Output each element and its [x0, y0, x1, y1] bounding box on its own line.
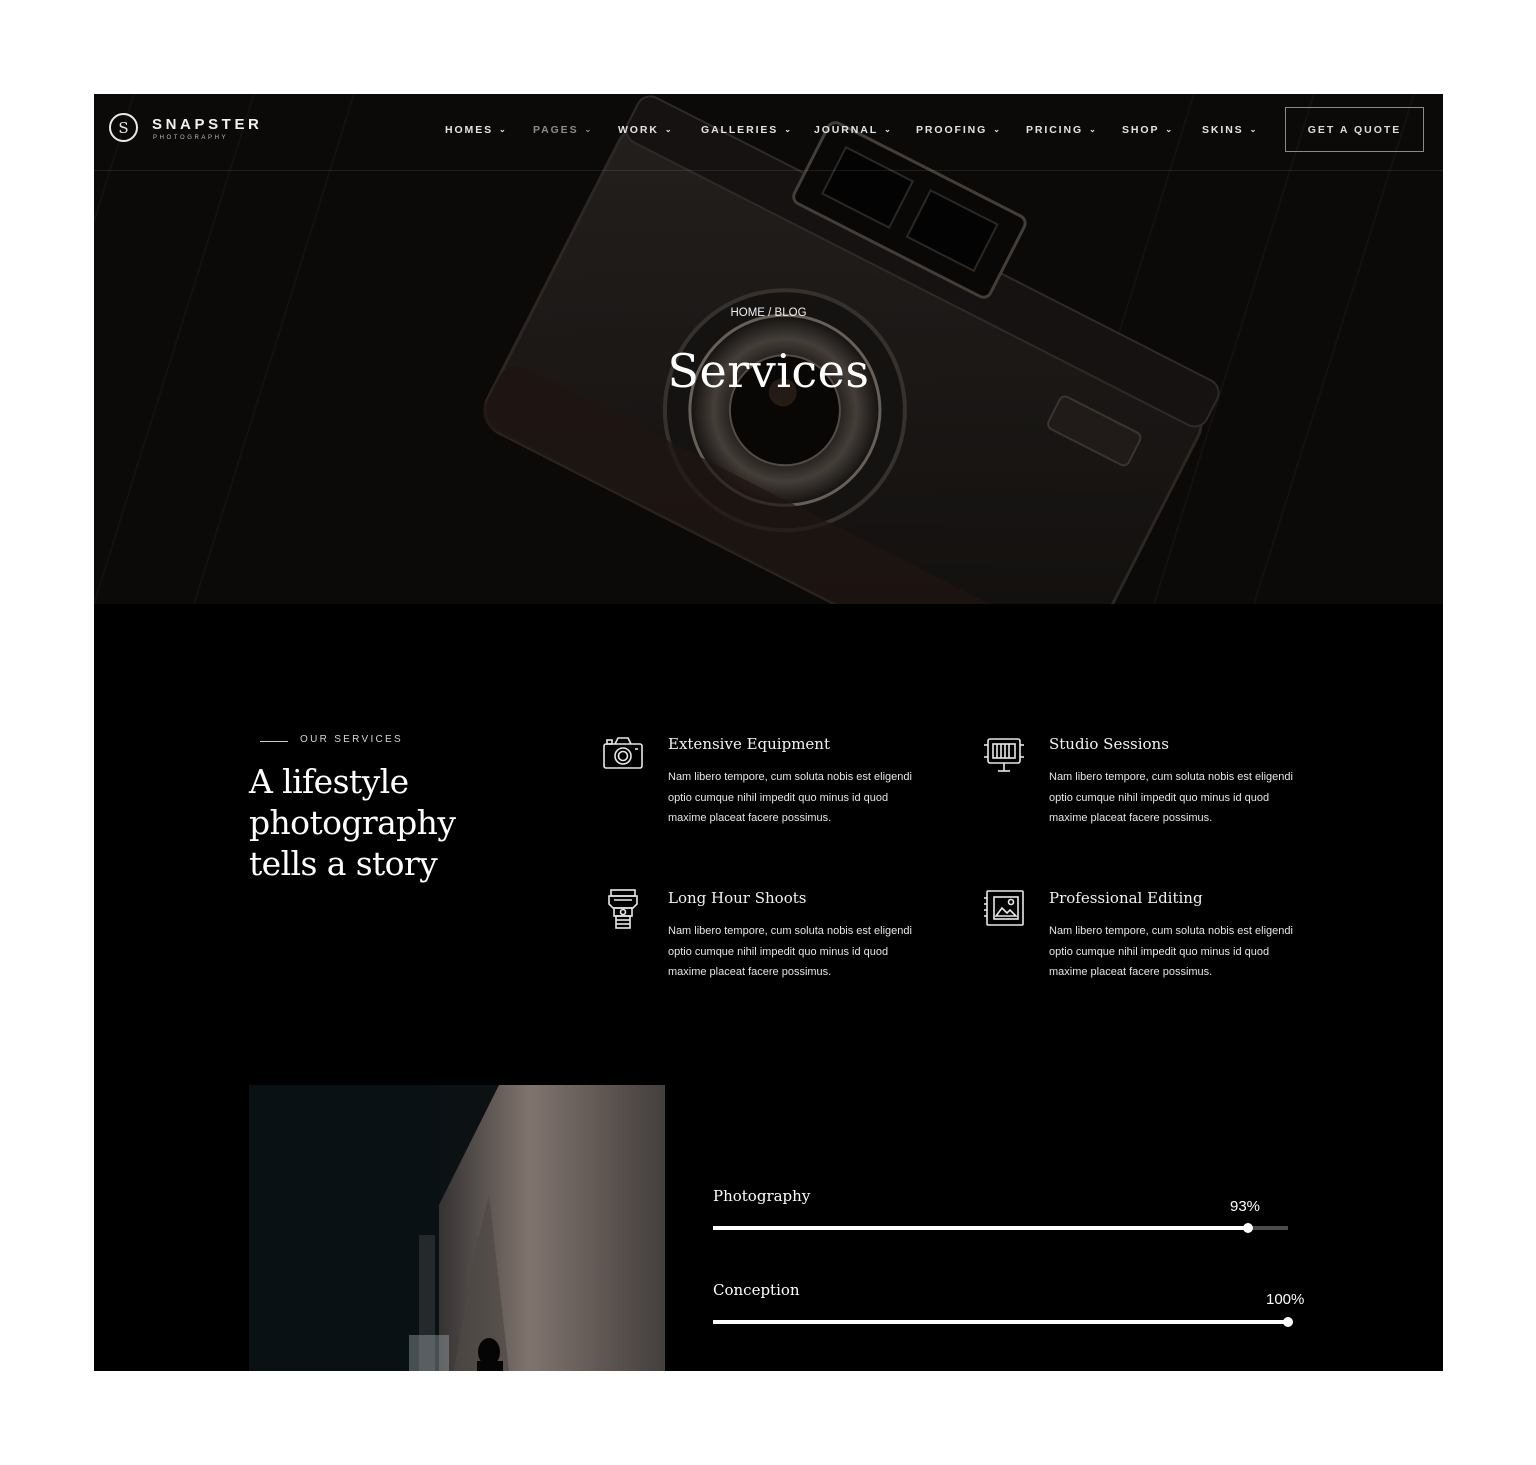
brand-name[interactable]: SNAPSTER: [152, 116, 262, 133]
service-title: Long Hour Shoots: [668, 889, 807, 907]
nav-label: SKINS: [1202, 124, 1244, 136]
progress-fill: [713, 1320, 1288, 1324]
logo-icon[interactable]: S: [109, 113, 138, 142]
chevron-down-icon: ⌄: [1165, 125, 1173, 134]
page-frame: S SNAPSTER PHOTOGRAPHY HOMES ⌄ PAGES ⌄ WOR…: [94, 94, 1443, 1371]
brand-tagline: PHOTOGRAPHY: [153, 135, 229, 141]
service-description: Nam libero tempore, cum soluta nobis est…: [668, 771, 912, 824]
section-eyebrow: OUR SERVICES: [300, 734, 403, 745]
service-description: Nam libero tempore, cum soluta nobis est…: [668, 925, 912, 978]
hero-section: S SNAPSTER PHOTOGRAPHY HOMES ⌄ PAGES ⌄ WOR…: [94, 94, 1443, 604]
eyebrow-divider: [260, 741, 288, 742]
progress-fill: [713, 1226, 1248, 1230]
progress-handle: [1283, 1317, 1293, 1327]
chevron-down-icon: ⌄: [664, 125, 672, 134]
nav-item-journal[interactable]: JOURNAL ⌄: [814, 124, 891, 136]
chevron-down-icon: ⌄: [499, 125, 506, 134]
corridor-photo: [249, 1085, 665, 1371]
chevron-down-icon: ⌄: [784, 125, 791, 134]
nav-item-skins[interactable]: SKINS ⌄: [1202, 124, 1256, 136]
nav-label: SHOP: [1122, 124, 1160, 136]
chevron-down-icon: ⌄: [1089, 125, 1096, 134]
skill-label-conception: Conception: [713, 1281, 800, 1299]
skill-label-photography: Photography: [713, 1187, 811, 1205]
nav-label: HOMES: [445, 124, 494, 136]
nav-label: JOURNAL: [814, 124, 879, 136]
studio-light-icon: [984, 738, 1024, 772]
nav-label: GALLERIES: [701, 124, 779, 136]
service-title: Extensive Equipment: [668, 735, 830, 753]
camera-lens-icon: [608, 889, 638, 929]
page-title: Services: [667, 344, 870, 398]
service-description: Nam libero tempore, cum soluta nobis est…: [1049, 925, 1293, 978]
site-header: S SNAPSTER PHOTOGRAPHY HOMES ⌄ PAGES ⌄ WOR…: [94, 94, 1443, 171]
service-title: Professional Editing: [1049, 889, 1203, 907]
camera-icon: [603, 737, 643, 769]
service-description: Nam libero tempore, cum soluta nobis est…: [1049, 771, 1293, 824]
service-title: Studio Sessions: [1049, 735, 1169, 753]
chevron-down-icon: ⌄: [584, 125, 592, 134]
chevron-down-icon: ⌄: [1249, 125, 1257, 134]
nav-label: PAGES: [533, 124, 579, 136]
get-a-quote-button[interactable]: GET A QUOTE: [1285, 107, 1424, 152]
nav-item-shop[interactable]: SHOP ⌄: [1122, 124, 1172, 136]
skill-value-conception: 100%: [1266, 1291, 1305, 1308]
nav-item-pages[interactable]: PAGES ⌄: [533, 124, 591, 136]
photo-editing-icon: [984, 890, 1024, 926]
progress-bar-photography: [713, 1223, 1288, 1233]
breadcrumb[interactable]: HOME / BLOG: [94, 307, 1443, 319]
nav-item-pricing[interactable]: PRICING ⌄: [1026, 124, 1096, 136]
corridor-photo-image: [249, 1085, 665, 1371]
nav-label: PROOFING: [916, 124, 988, 136]
nav-label: WORK: [618, 124, 659, 136]
nav-item-work[interactable]: WORK ⌄: [618, 124, 672, 136]
nav-label: PRICING: [1026, 124, 1084, 136]
progress-handle: [1242, 1223, 1253, 1233]
skill-value-photography: 93%: [1230, 1198, 1261, 1215]
chevron-down-icon: ⌄: [993, 125, 1000, 134]
chevron-down-icon: ⌄: [884, 125, 891, 134]
progress-bar-conception: [713, 1317, 1293, 1327]
nav-item-homes[interactable]: HOMES ⌄: [445, 124, 506, 136]
nav-item-proofing[interactable]: PROOFING ⌄: [916, 124, 1000, 136]
nav-item-galleries[interactable]: GALLERIES ⌄: [701, 124, 791, 136]
section-heading: A lifestyle photography tells a story: [249, 762, 456, 883]
